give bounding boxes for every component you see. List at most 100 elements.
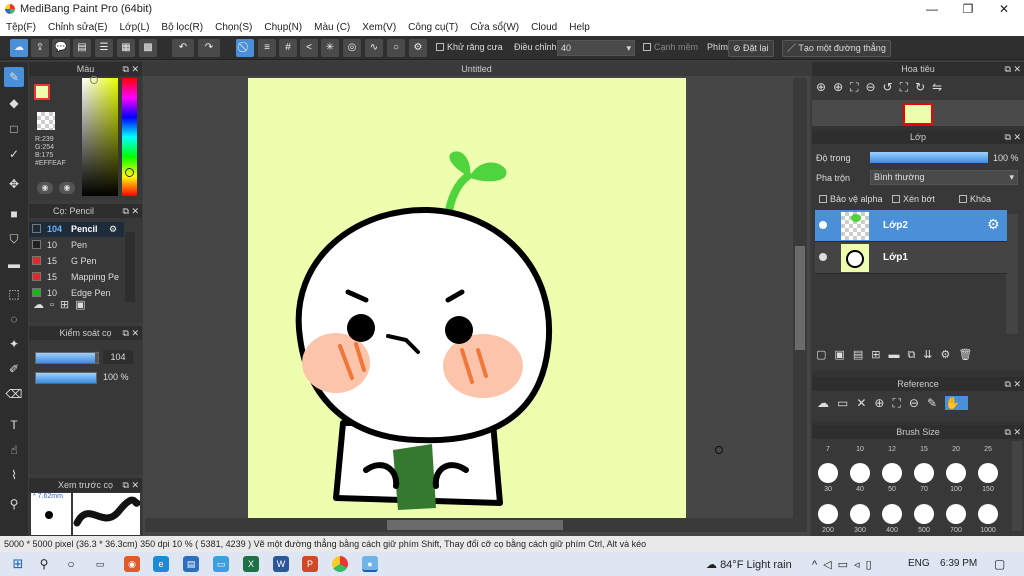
zoom-out-icon[interactable]: ⊖ bbox=[866, 80, 883, 94]
add-layer-menu-icon[interactable]: ⊞ bbox=[871, 349, 888, 361]
layer-opacity-slider[interactable] bbox=[870, 152, 988, 163]
zoom-in-icon[interactable]: ⊕ bbox=[833, 80, 850, 94]
primary-color-swatch[interactable] bbox=[34, 84, 50, 100]
straight-line-button[interactable]: ／ Tạo một đường thẳng bbox=[782, 40, 891, 57]
undo-icon[interactable]: ↶ bbox=[172, 39, 194, 57]
fit-icon[interactable]: ⛶ bbox=[892, 396, 908, 410]
brush-size-value[interactable]: 104 bbox=[103, 350, 133, 364]
color-history-icon[interactable]: ◉ bbox=[59, 182, 75, 194]
brush-size-preset[interactable] bbox=[882, 463, 902, 483]
menu-file[interactable]: Tệp(F) bbox=[0, 22, 42, 33]
flip-icon[interactable]: ⇋ bbox=[932, 80, 949, 94]
eye-icon[interactable] bbox=[819, 253, 827, 261]
panel-close-icon[interactable]: ⧉ ✕ bbox=[123, 478, 139, 492]
rotate-left-icon[interactable]: ↺ bbox=[883, 80, 900, 94]
menu-select[interactable]: Chọn(S) bbox=[209, 22, 258, 33]
weather-icon[interactable]: ☁ bbox=[706, 559, 720, 571]
menu-color[interactable]: Màu (C) bbox=[308, 22, 356, 33]
panel-close-icon[interactable]: ⧉ ✕ bbox=[123, 62, 139, 76]
bucket-tool-icon[interactable]: ⛉ bbox=[4, 229, 24, 249]
comment-icon[interactable]: 💬 bbox=[52, 39, 70, 57]
add-brush-icon[interactable]: ⊞ bbox=[60, 299, 75, 311]
brush-size-preset[interactable] bbox=[978, 463, 998, 483]
lasso-tool-icon[interactable]: ◌ bbox=[4, 309, 24, 329]
brush-size-label[interactable]: 15 bbox=[911, 446, 937, 453]
menu-cloud[interactable]: Cloud bbox=[525, 22, 563, 33]
cortana-icon[interactable]: ○ bbox=[63, 556, 79, 572]
brush-settings-icon[interactable]: ▣ bbox=[75, 299, 91, 311]
soft-edge-checkbox[interactable] bbox=[643, 43, 651, 51]
text-tool-icon[interactable]: T bbox=[4, 415, 24, 435]
brush-list-scrollbar[interactable] bbox=[125, 232, 135, 302]
close-icon[interactable]: ✕ bbox=[856, 396, 874, 410]
vertical-scrollbar[interactable] bbox=[793, 78, 807, 518]
circle-snap-icon[interactable]: ○ bbox=[387, 39, 405, 57]
medibang-taskbar-icon[interactable]: ● bbox=[362, 556, 378, 572]
brush-size-label[interactable]: 10 bbox=[847, 446, 873, 453]
menu-layer[interactable]: Lớp(L) bbox=[114, 22, 156, 33]
edge-icon[interactable]: e bbox=[153, 556, 169, 572]
brush-size-preset[interactable] bbox=[882, 504, 902, 524]
horizontal-scroll-thumb[interactable] bbox=[387, 520, 563, 530]
brush-list-item[interactable]: 10 Pen bbox=[29, 238, 124, 253]
menu-edit[interactable]: Chỉnh sửa(E) bbox=[42, 22, 114, 33]
brush-size-preset[interactable] bbox=[914, 463, 934, 483]
delete-layer-icon[interactable]: 🗑 bbox=[958, 349, 980, 361]
snap-settings-icon[interactable]: ⚙ bbox=[409, 39, 427, 57]
brush-size-slider[interactable] bbox=[35, 352, 99, 364]
brush-size-preset[interactable] bbox=[978, 504, 998, 524]
panel-close-icon[interactable]: ⧉ ✕ bbox=[1005, 377, 1021, 391]
cloud-upload-icon[interactable]: ☁ bbox=[10, 39, 28, 57]
radial-snap-icon[interactable]: ✳ bbox=[321, 39, 339, 57]
network-icon[interactable]: ▭ bbox=[838, 559, 854, 571]
volume-icon[interactable]: ◃ bbox=[854, 559, 866, 571]
menu-window[interactable]: Cửa sổ(W) bbox=[464, 22, 525, 33]
folder-icon[interactable]: ▬ bbox=[888, 349, 907, 361]
zoom-100-icon[interactable]: ⛶ bbox=[850, 80, 865, 94]
chrome-icon[interactable] bbox=[332, 556, 348, 572]
concentric-snap-icon[interactable]: ◎ bbox=[343, 39, 361, 57]
brush-size-label[interactable]: 7 bbox=[815, 446, 841, 453]
merge-layer-icon[interactable]: ⇊ bbox=[923, 349, 940, 361]
select-eraser-tool-icon[interactable]: ⌫ bbox=[4, 384, 24, 404]
new-8bit-layer-icon[interactable]: ▤ bbox=[853, 349, 871, 361]
navigator-preview[interactable] bbox=[812, 100, 1024, 126]
eraser-tool-icon[interactable]: ◆ bbox=[4, 93, 24, 113]
panel-close-icon[interactable]: ⧉ ✕ bbox=[1005, 130, 1021, 144]
reset-button[interactable]: ⊘ Đặt lại bbox=[728, 40, 774, 57]
open-folder-icon[interactable]: ▭ bbox=[837, 396, 856, 410]
brush-size-preset[interactable] bbox=[818, 463, 838, 483]
navigator-viewport[interactable] bbox=[903, 103, 933, 125]
brush-list-item[interactable]: 15 G Pen bbox=[29, 254, 124, 269]
new-layer-icon[interactable]: ▢ bbox=[816, 349, 834, 361]
blend-mode-select[interactable]: Bình thường ▾ bbox=[870, 170, 1018, 185]
eyedropper-tool-icon[interactable]: ⚲ bbox=[4, 494, 24, 514]
task-view-icon[interactable]: ▭ bbox=[92, 556, 108, 572]
brush-size-preset[interactable] bbox=[850, 463, 870, 483]
curve-snap-icon[interactable]: ∿ bbox=[365, 39, 383, 57]
saturation-value-picker[interactable] bbox=[82, 78, 118, 196]
cloud-icon[interactable]: ☁ bbox=[817, 396, 837, 410]
redo-icon[interactable]: ↷ bbox=[198, 39, 220, 57]
notification-icon[interactable]: ▢ bbox=[994, 557, 1005, 571]
close-button[interactable]: ✕ bbox=[986, 0, 1022, 18]
menu-tools[interactable]: Công cụ(T) bbox=[402, 22, 464, 33]
gear-icon[interactable]: ⚙ bbox=[109, 222, 117, 237]
language-indicator[interactable]: ENG bbox=[908, 558, 930, 569]
panel-close-icon[interactable]: ⧉ ✕ bbox=[123, 326, 139, 340]
brush-size-label[interactable]: 25 bbox=[975, 446, 1001, 453]
protect-alpha-checkbox[interactable] bbox=[819, 195, 827, 203]
menu-view[interactable]: Xem(V) bbox=[356, 22, 402, 33]
eye-icon[interactable] bbox=[819, 221, 827, 229]
select-pen-tool-icon[interactable]: ✐ bbox=[4, 359, 24, 379]
drawing-canvas[interactable] bbox=[248, 78, 686, 518]
horizontal-scrollbar[interactable] bbox=[145, 518, 807, 532]
dot-tool-icon[interactable]: ✓ bbox=[4, 144, 24, 164]
zoom-out-icon[interactable]: ⊖ bbox=[909, 396, 927, 410]
blur-tool-icon[interactable]: ⌇ bbox=[4, 465, 24, 485]
move-tool-icon[interactable]: ✥ bbox=[4, 174, 24, 194]
export-icon[interactable]: ⇪ bbox=[31, 39, 49, 57]
hue-slider[interactable] bbox=[122, 78, 137, 196]
eyedropper-icon[interactable]: ✎ bbox=[927, 396, 945, 410]
select-tool-icon[interactable]: ⬚ bbox=[4, 284, 24, 304]
